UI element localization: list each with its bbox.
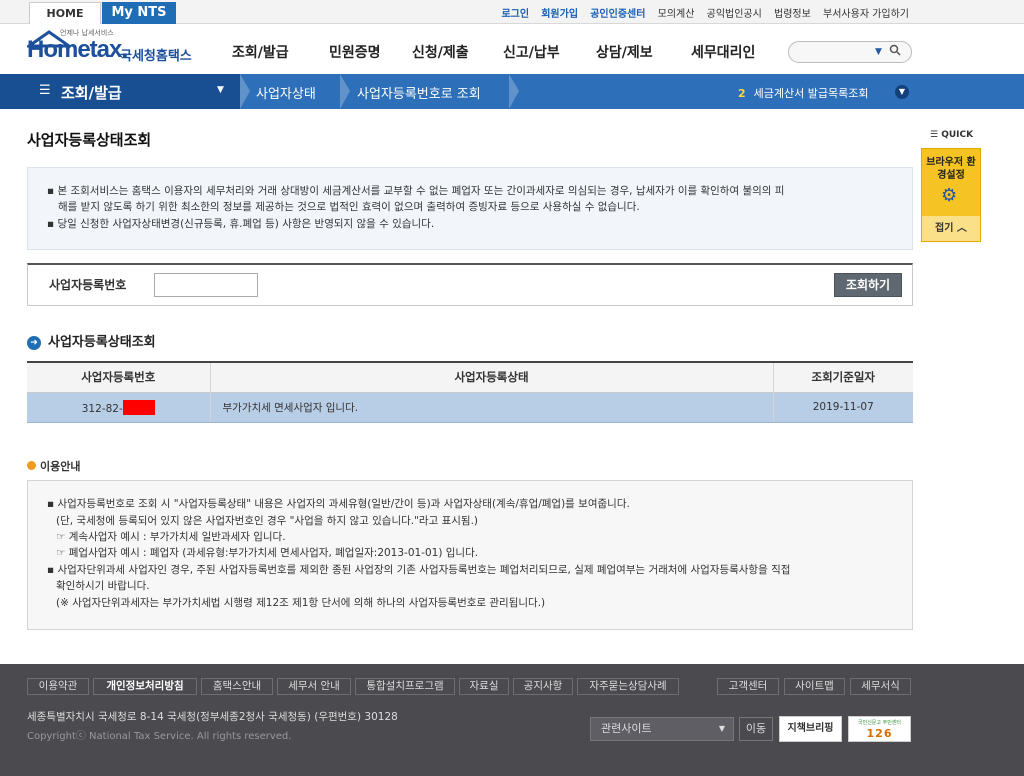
footer-taxoffice-link[interactable]: 세무서 안내 [277, 678, 351, 695]
bizno-input[interactable] [154, 273, 258, 297]
gnb-consult[interactable]: 상담/제보 [596, 42, 653, 62]
footer-customer-center-link[interactable]: 고객센터 [717, 678, 779, 695]
login-link[interactable]: 로그인 [501, 5, 529, 20]
breadcrumb-bizno-inquiry[interactable]: 사업자등록번호로 조회 [357, 83, 481, 102]
cell-bizno: 312-82- [27, 392, 210, 423]
go-button[interactable]: 이동 [739, 717, 773, 741]
notice-line: 해를 받지 않도록 하기 위한 최소한의 정보를 제공하는 것으로 법적인 효력… [58, 201, 640, 213]
column-header: 사업자등록번호 [27, 361, 210, 393]
gear-icon[interactable]: ⚙ [941, 185, 957, 206]
search-button[interactable]: 조회하기 [834, 273, 902, 297]
result-table: 사업자등록번호 사업자등록상태 조회기준일자 312-82- 부가가치세 면세사… [27, 361, 913, 423]
arrow-right-icon: ➜ [27, 336, 41, 350]
notice-line: ▪ 본 조회서비스는 홈택스 이용자의 세무처리와 거래 상대방이 세금계산서를… [47, 185, 785, 197]
guide-line: 확인하시기 바랍니다. [56, 580, 150, 592]
hand-pointer-icon: ☞ [56, 531, 66, 543]
query-form: 사업자등록번호 조회하기 [27, 263, 913, 306]
table-header-row: 사업자등록번호 사업자등록상태 조회기준일자 [27, 361, 913, 393]
notice-line: ▪ 당일 신청한 사업자상태변경(신규등록, 휴.폐업 등) 사항은 반영되지 … [47, 218, 435, 230]
footer: 이용약관 개인정보처리방침 홈택스안내 세무서 안내 통합설치프로그램 자료실 … [0, 664, 1024, 776]
tab-my-nts[interactable]: My NTS [102, 2, 176, 24]
footer-install-link[interactable]: 통합설치프로그램 [355, 678, 455, 695]
related-sites-select[interactable]: 관련사이트 ▼ [590, 717, 734, 741]
gnb-certificate[interactable]: 민원증명 [329, 42, 381, 62]
law-info-link[interactable]: 법령정보 [774, 5, 811, 20]
logo-subtitle: 국세청홈택스 [120, 49, 192, 64]
footer-hometax-guide-link[interactable]: 홈택스안내 [201, 678, 273, 695]
footer-notice-link[interactable]: 공지사항 [513, 678, 573, 695]
location-bar: ☰ 조회/발급 ▼ 사업자상태 사업자등록번호로 조회 2 세금계산서 발급목록조… [0, 74, 1024, 109]
civil-service-banner[interactable]: 국민신문고 주민센터 126 [848, 716, 911, 742]
table-row[interactable]: 312-82- 부가가치세 면세사업자 입니다. 2019-11-07 [27, 392, 913, 423]
search-icon[interactable] [889, 44, 901, 59]
redaction-mark [122, 399, 155, 415]
guide-box: ▪ 사업자등록번호로 조회 시 "사업자등록상태" 내용은 사업자의 과세유형(… [27, 480, 913, 630]
cert-center-link[interactable]: 공인인증센터 [590, 5, 645, 20]
footer-sitemap-link[interactable]: 사이트맵 [784, 678, 845, 695]
quick-panel: 브라우저 환경설정 ⚙ 접기 ︿ [921, 148, 981, 242]
footer-tax-forms-link[interactable]: 세무서식 [850, 678, 911, 695]
search-box: ▼ [788, 41, 912, 63]
quick-label: ☰ QUICK [930, 130, 974, 140]
tab-home[interactable]: HOME [29, 2, 101, 24]
notice-box: ▪ 본 조회서비스는 홈택스 이용자의 세무처리와 거래 상대방이 세금계산서를… [27, 167, 913, 250]
public-corp-link[interactable]: 공익법인공시 [707, 5, 762, 20]
logo-text: Hometax. [27, 36, 128, 63]
breadcrumb-separator [340, 74, 350, 109]
signup-link[interactable]: 회원가입 [541, 5, 578, 20]
chevron-down-icon[interactable]: ▼ [895, 85, 909, 99]
guide-title: 이용안내 [27, 458, 80, 474]
column-header: 조회기준일자 [772, 361, 913, 393]
cell-date: 2019-11-07 [772, 392, 913, 423]
page-title: 사업자등록상태조회 [27, 131, 152, 149]
hamburger-icon: ☰ [39, 83, 51, 98]
guide-line: ☞ 폐업사업자 예시 : 폐업자 (과세유형:부가가치세 면세사업자, 폐업일자… [56, 547, 479, 559]
breadcrumb-separator [509, 74, 519, 109]
search-input[interactable] [797, 45, 875, 59]
breadcrumb-separator [240, 74, 250, 109]
hand-pointer-icon: ☞ [56, 547, 66, 559]
bizno-label: 사업자등록번호 [49, 278, 127, 292]
guide-line: ▪ 사업자등록번호로 조회 시 "사업자등록상태" 내용은 사업자의 과세유형(… [47, 498, 630, 510]
menu-dropdown[interactable]: ☰ 조회/발급 ▼ [0, 74, 240, 109]
guide-line: (단, 국세청에 등록되어 있지 않은 사업자번호인 경우 "사업을 하지 않고… [56, 515, 478, 527]
footer-archive-link[interactable]: 자료실 [459, 678, 509, 695]
utility-links: 로그인 회원가입 공인인증센터 모의계산 공익법인공시 법령정보 부서사용자 가… [492, 5, 909, 20]
guide-line: ☞ 계속사업자 예시 : 부가가치세 일반과세자 입니다. [56, 531, 286, 543]
guide-line: (※ 사업자단위과세자는 부가가치세법 시행령 제12조 제1항 단서에 의해 … [56, 597, 546, 609]
top-utility-bar: HOME My NTS 로그인 회원가입 공인인증센터 모의계산 공익법인공시 … [0, 0, 1024, 24]
gnb-apply[interactable]: 신청/제출 [412, 42, 469, 62]
footer-address: 세종특별자치시 국세청로 8-14 국세청(정부세종2청사 국세청동) (우편번… [27, 711, 398, 723]
section-title: ➜ 사업자등록상태조회 [27, 331, 156, 350]
footer-faq-link[interactable]: 자주묻는상담사례 [577, 678, 679, 695]
recent-menu[interactable]: 2 세금계산서 발급목록조회 [738, 85, 868, 101]
footer-privacy-link[interactable]: 개인정보처리방침 [93, 678, 197, 695]
policy-briefing-banner[interactable]: 지책브리핑 [779, 716, 842, 742]
mock-calc-link[interactable]: 모의계산 [658, 5, 695, 20]
search-dropdown-icon[interactable]: ▼ [875, 47, 882, 57]
quick-close-button[interactable]: 접기 ︿ [922, 216, 980, 241]
gnb-inquiry[interactable]: 조회/발급 [232, 42, 289, 62]
caret-down-icon: ▼ [718, 724, 725, 733]
breadcrumb-business-status[interactable]: 사업자상태 [256, 83, 316, 102]
hometax-logo[interactable]: 언제나 납세서비스 Hometax. 국세청홈택스 [27, 29, 197, 70]
bullet-circle-icon [27, 461, 36, 470]
cell-status: 부가가치세 면세사업자 입니다. [209, 392, 773, 423]
gnb-tax-agent[interactable]: 세무대리인 [691, 42, 755, 62]
column-header: 사업자등록상태 [209, 361, 773, 393]
guide-line: ▪ 사업자단위과세 사업자인 경우, 주된 사업자등록번호를 제외한 종된 사업… [47, 564, 791, 576]
recent-number: 2 [738, 87, 746, 100]
menu-label: 조회/발급 [61, 84, 122, 102]
dept-user-signup-link[interactable]: 부서사용자 가입하기 [823, 5, 909, 20]
footer-terms-link[interactable]: 이용약관 [27, 678, 89, 695]
footer-copyright: Copyrightⓒ National Tax Service. All rig… [27, 731, 292, 742]
caret-down-icon: ▼ [217, 85, 224, 95]
gnb-report-pay[interactable]: 신고/납부 [503, 42, 560, 62]
browser-settings-button[interactable]: 브라우저 환경설정 [922, 156, 980, 182]
recent-label: 세금계산서 발급목록조회 [753, 87, 869, 100]
